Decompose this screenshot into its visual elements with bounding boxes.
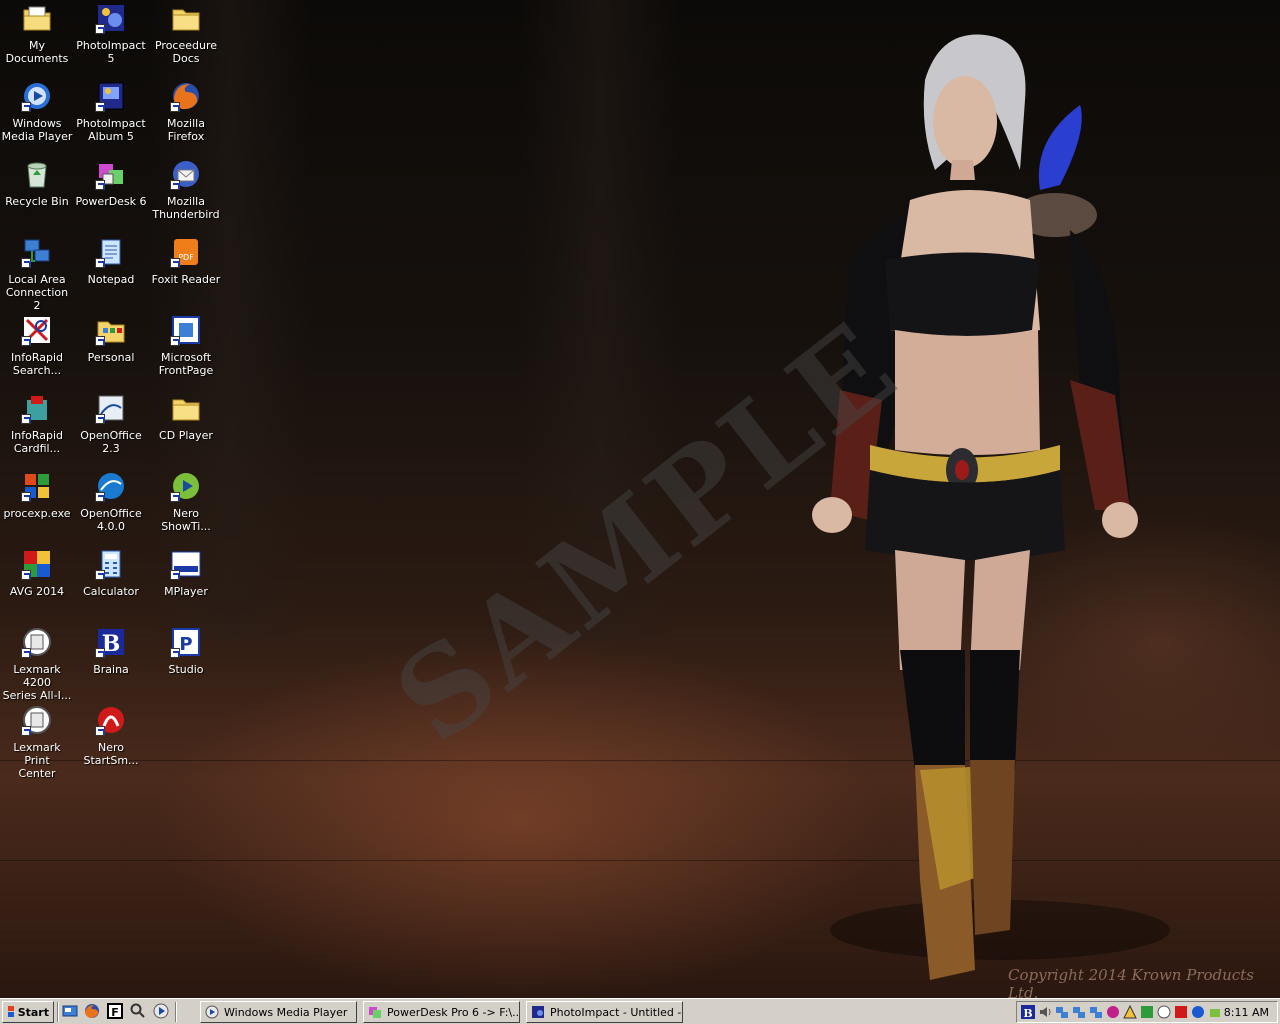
svg-text:B: B	[1023, 1007, 1032, 1019]
desktop-icon-mozilla-thunderbird[interactable]: Mozilla Thunderbird	[149, 158, 223, 221]
wallpaper-copyright: Copyright 2014 Krown Products Ltd.	[1008, 966, 1254, 998]
desktop-icon-braina[interactable]: B Braina	[74, 626, 148, 676]
desktop-icon-calculator[interactable]: Calculator	[74, 548, 148, 598]
desktop-icon-openoffice-2-3[interactable]: OpenOffice 2.3	[74, 392, 148, 455]
avg-icon[interactable]	[1123, 1005, 1137, 1019]
desktop-icon-avg-2014[interactable]: AVG 2014	[0, 548, 74, 598]
firefox-icon	[170, 80, 202, 112]
network-icon[interactable]	[1072, 1005, 1086, 1019]
tray-app-icon[interactable]	[1191, 1005, 1205, 1019]
personal-icon	[95, 314, 127, 346]
task-photoimpact[interactable]: PhotoImpact - Untitled - 1	[526, 1001, 683, 1023]
braina-icon[interactable]: B	[1021, 1005, 1035, 1019]
powerdesk-icon	[369, 1007, 381, 1018]
desktop-icon-inforapid-cardfile[interactable]: InfoRapid Cardfil...	[0, 392, 74, 455]
folder-icon	[170, 2, 202, 34]
windows-media-player-icon	[205, 1005, 219, 1019]
windows-logo-icon	[8, 1006, 14, 1017]
clock[interactable]: 8:11 AM	[1224, 1006, 1269, 1019]
my-documents-icon	[21, 2, 53, 34]
desktop-icon-cd-player[interactable]: CD Player	[149, 392, 223, 442]
lexmark-icon	[21, 704, 53, 736]
photoimpact-icon	[532, 1006, 544, 1018]
volume-icon[interactable]	[1038, 1005, 1052, 1019]
studio-icon: P	[170, 626, 202, 658]
foxit-reader-icon: PDF	[170, 236, 202, 268]
network-icon[interactable]	[1055, 1005, 1069, 1019]
folder-icon	[170, 392, 202, 424]
avg-icon	[21, 548, 53, 580]
lexmark-icon	[21, 626, 53, 658]
process-explorer-icon	[21, 470, 53, 502]
show-desktop-icon[interactable]	[62, 1003, 78, 1019]
desktop[interactable]: SAMPLE Copyright 2014 Krown Products Ltd…	[0, 0, 1280, 998]
desktop-icon-local-area-connection-2[interactable]: Local Area Connection 2	[0, 236, 74, 312]
inforapid-search-icon	[21, 314, 53, 346]
desktop-icon-mplayer[interactable]: MPlayer	[149, 548, 223, 598]
network-connection-icon	[21, 236, 53, 268]
taskbar: Start F Windows Media Player PowerDesk P…	[0, 998, 1280, 1024]
recycle-bin-icon	[21, 158, 53, 190]
desktop-icon-lexmark-4200[interactable]: Lexmark 4200 Series All-I...	[0, 626, 74, 702]
windows-media-player-icon[interactable]	[153, 1003, 169, 1019]
notepad-icon	[95, 236, 127, 268]
desktop-icon-notepad[interactable]: Notepad	[74, 236, 148, 286]
desktop-icon-photoimpact-5[interactable]: PhotoImpact 5	[74, 2, 148, 65]
desktop-icon-microsoft-frontpage[interactable]: Microsoft FrontPage	[149, 314, 223, 377]
desktop-icon-lexmark-print-center[interactable]: Lexmark Print Center	[0, 704, 74, 780]
desktop-icon-photoimpact-album-5[interactable]: PhotoImpact Album 5	[74, 80, 148, 143]
desktop-icon-windows-media-player[interactable]: Windows Media Player	[0, 80, 74, 143]
taskbar-separator	[57, 1002, 59, 1022]
thunderbird-icon	[170, 158, 202, 190]
network-icon[interactable]	[1089, 1005, 1103, 1019]
openoffice-icon	[95, 470, 127, 502]
firefox-icon[interactable]	[84, 1003, 100, 1019]
desktop-icon-my-documents[interactable]: My Documents	[0, 2, 74, 65]
powerdesk-icon	[95, 158, 127, 190]
desktop-icon-personal[interactable]: Personal	[74, 314, 148, 364]
windows-media-player-icon	[21, 80, 53, 112]
svg-text:PDF: PDF	[178, 253, 194, 262]
start-button[interactable]: Start	[2, 1001, 54, 1023]
safely-remove-icon[interactable]	[1208, 1005, 1222, 1019]
frontpage-icon	[170, 314, 202, 346]
desktop-icon-procexp[interactable]: procexp.exe	[0, 470, 74, 520]
svg-text:P: P	[179, 634, 192, 655]
svg-text:F: F	[111, 1006, 119, 1019]
desktop-icon-foxit-reader[interactable]: PDF Foxit Reader	[149, 236, 223, 286]
openoffice-icon	[95, 392, 127, 424]
search-icon[interactable]	[130, 1003, 146, 1019]
desktop-icon-recycle-bin[interactable]: Recycle Bin	[0, 158, 74, 208]
tray-app-icon[interactable]	[1140, 1005, 1154, 1019]
desktop-icon-proceedure-docs[interactable]: Proceedure Docs	[149, 2, 223, 65]
tray-app-icon[interactable]	[1106, 1005, 1120, 1019]
nero-showtime-icon	[170, 470, 202, 502]
mplayer-icon	[170, 548, 202, 580]
desktop-icon-mozilla-firefox[interactable]: Mozilla Firefox	[149, 80, 223, 143]
start-label: Start	[17, 1005, 49, 1019]
desktop-icon-nero-startsmart[interactable]: Nero StartSm...	[74, 704, 148, 767]
desktop-icon-powerdesk-6[interactable]: PowerDesk 6	[74, 158, 148, 208]
desktop-icon-openoffice-4-0-0[interactable]: OpenOffice 4.0.0	[74, 470, 148, 533]
braina-icon: B	[95, 626, 127, 658]
lexmark-icon[interactable]	[1157, 1005, 1171, 1019]
wallpaper-character	[812, 34, 1170, 980]
task-windows-media-player[interactable]: Windows Media Player	[200, 1001, 357, 1023]
desktop-icon-studio[interactable]: P Studio	[149, 626, 223, 676]
system-tray: B 8:11 AM	[1016, 1001, 1278, 1023]
photoimpact-album-icon	[95, 80, 127, 112]
desktop-icon-inforapid-search[interactable]: InfoRapid Search...	[0, 314, 74, 377]
tray-app-icon[interactable]	[1174, 1005, 1188, 1019]
task-powerdesk[interactable]: PowerDesk Pro 6 -> F:\...	[363, 1001, 520, 1023]
photoimpact-icon	[95, 2, 127, 34]
nero-startsmart-icon	[95, 704, 127, 736]
inforapid-cardfile-icon	[21, 392, 53, 424]
foxit-reader-icon[interactable]: F	[107, 1003, 123, 1019]
taskbar-separator	[175, 1002, 177, 1022]
calculator-icon	[95, 548, 127, 580]
desktop-icon-nero-showtime[interactable]: Nero ShowTi...	[149, 470, 223, 533]
